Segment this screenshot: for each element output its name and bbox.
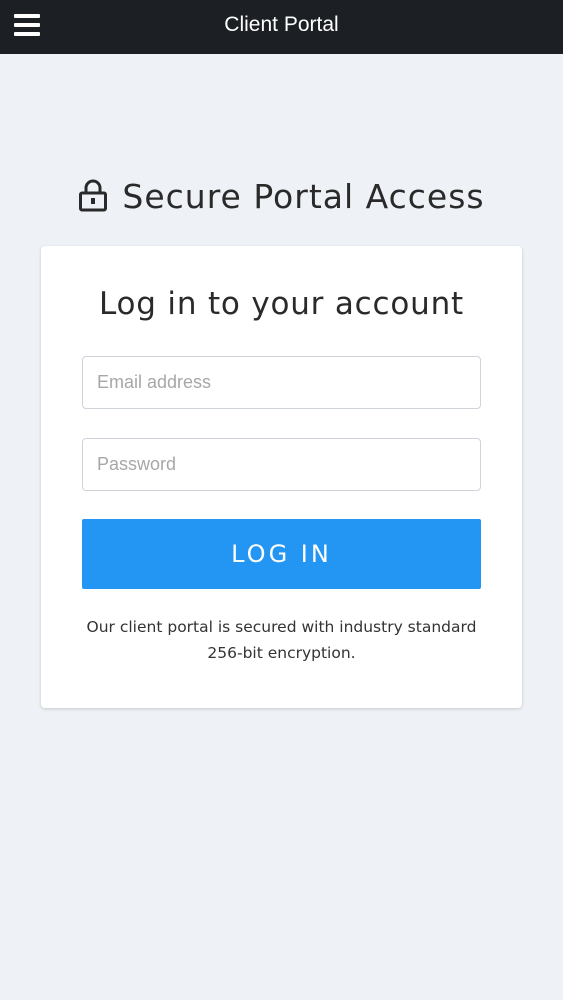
app-title: Client Portal — [224, 13, 339, 36]
hamburger-menu-icon[interactable] — [14, 14, 40, 38]
password-input[interactable] — [82, 438, 481, 491]
login-card-title: Log in to your account — [99, 286, 464, 322]
email-input[interactable] — [82, 356, 481, 409]
lock-icon — [79, 179, 108, 212]
top-navigation-bar: Client Portal — [0, 0, 563, 54]
login-button[interactable]: LOG IN — [82, 519, 481, 589]
page-heading-text: Secure Portal Access — [122, 176, 485, 216]
security-note: Our client portal is secured with indust… — [86, 618, 477, 662]
login-card: Log in to your account LOG IN Our client… — [41, 246, 522, 708]
page-heading: Secure Portal Access — [0, 170, 563, 222]
